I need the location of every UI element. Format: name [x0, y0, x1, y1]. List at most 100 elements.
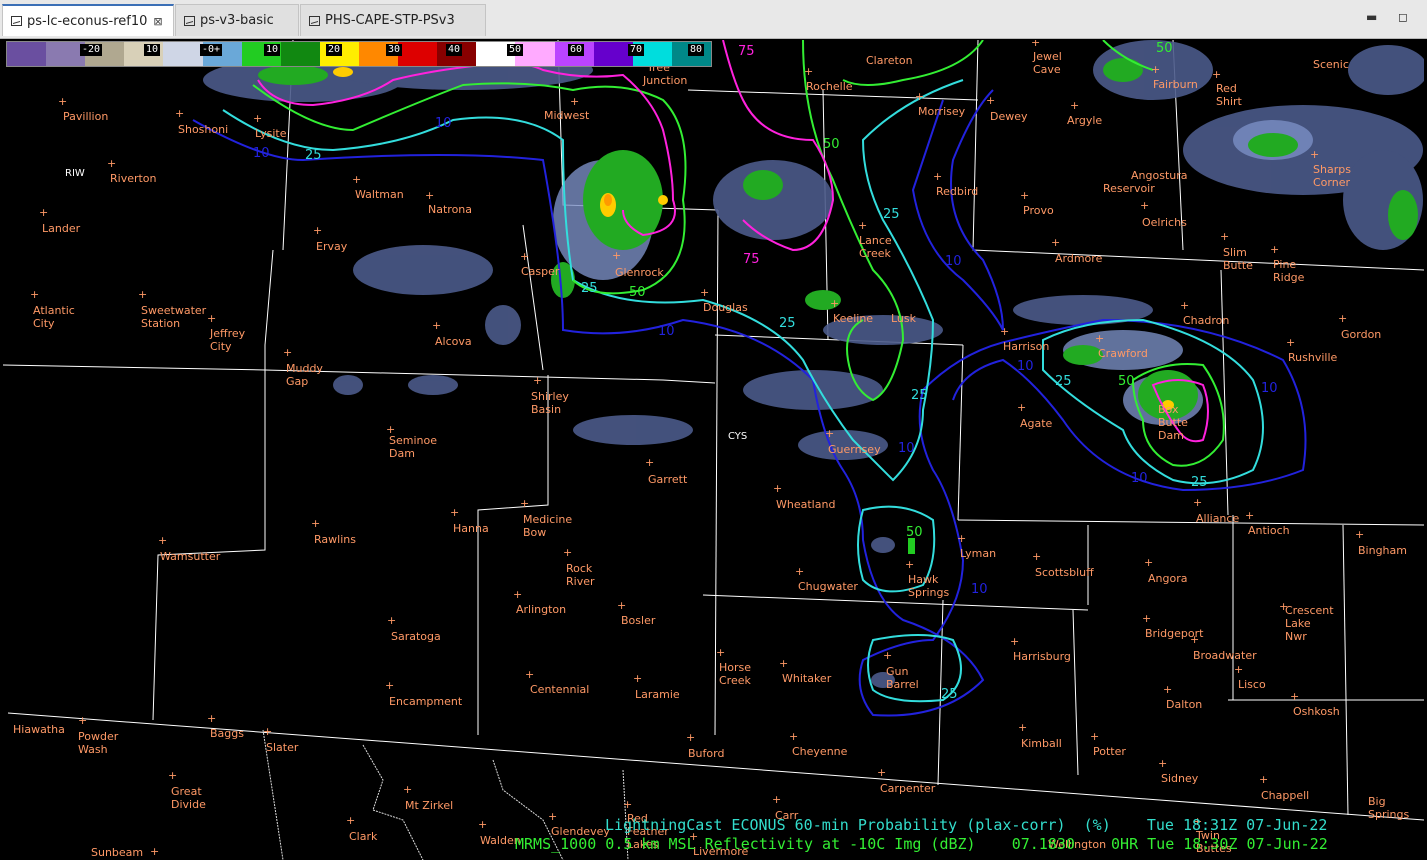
map-panel[interactable]: 75 50 25 10 10 25 75 50 25 10 10 25 50 1…: [3, 40, 1424, 860]
city-label: Alliance: [1196, 512, 1239, 525]
place-marker-icon: +: [432, 319, 441, 332]
city-label: Casper: [521, 265, 560, 278]
city-label: Carpenter: [880, 782, 936, 795]
place-marker-icon: +: [804, 65, 813, 78]
city-label: Sharps: [1313, 163, 1351, 176]
contour-label: 50: [823, 137, 840, 152]
city-label: Cheyenne: [792, 745, 848, 758]
minimize-button[interactable]: ▬: [1366, 10, 1377, 24]
colorbar-tick-label: 40: [446, 44, 463, 56]
city-label: Rock: [566, 562, 593, 575]
contour-label: 75: [743, 252, 760, 267]
city-label: Station: [141, 317, 180, 330]
city-label: Oshkosh: [1293, 705, 1340, 718]
place-marker-icon: +: [138, 288, 147, 301]
city-label: Divide: [171, 798, 206, 811]
city-label: Guernsey: [828, 443, 881, 456]
place-marker-icon: +: [385, 679, 394, 692]
colorbar-tick-label: 10: [144, 44, 161, 56]
city-label: Morrisey: [918, 105, 966, 118]
place-marker-icon: +: [1245, 509, 1254, 522]
city-label: Harrisburg: [1013, 650, 1071, 663]
city-label: Shirt: [1216, 95, 1243, 108]
city-label: Natrona: [428, 203, 472, 216]
place-marker-icon: +: [311, 517, 320, 530]
place-marker-icon: +: [520, 250, 529, 263]
place-marker-icon: +: [830, 297, 839, 310]
colorbar-tick-label: -0+: [200, 44, 223, 56]
city-label: Gun: [886, 665, 908, 678]
contour-label: 75: [738, 44, 755, 59]
city-label: Box: [1158, 403, 1179, 416]
tab-ps-lc-econus-ref10[interactable]: ps-lc-econus-ref10 ⊠: [2, 4, 174, 36]
colorbar-segment: [163, 42, 203, 66]
contour-label: 10: [945, 254, 962, 269]
city-label: Shoshoni: [178, 123, 228, 136]
contour-label: 10: [898, 441, 915, 456]
place-marker-icon: +: [1018, 721, 1027, 734]
map-canvas[interactable]: 75 50 25 10 10 25 75 50 25 10 10 25 50 1…: [3, 40, 1424, 860]
tab-ps-v3-basic[interactable]: ps-v3-basic: [175, 4, 299, 36]
contour-label: 25: [941, 687, 958, 702]
probability-contours: [192, 40, 1307, 717]
city-label: Antioch: [1248, 524, 1290, 537]
place-marker-icon: +: [1290, 690, 1299, 703]
city-label: Sunbeam: [91, 846, 143, 859]
city-label: Provo: [1023, 204, 1054, 217]
city-label: River: [566, 575, 595, 588]
city-label: Rushville: [1288, 351, 1338, 364]
place-marker-icon: +: [403, 783, 412, 796]
city-label: Lance: [859, 234, 892, 247]
contour-label: 25: [1191, 475, 1208, 490]
place-marker-icon: +: [1212, 68, 1221, 81]
place-marker-icon: +: [1338, 312, 1347, 325]
city-label: Rawlins: [314, 533, 356, 546]
place-marker-icon: +: [168, 769, 177, 782]
city-label: Basin: [531, 403, 561, 416]
place-marker-icon: +: [612, 249, 621, 262]
city-label: Angostura: [1131, 169, 1188, 182]
city-label: Creek: [859, 247, 891, 260]
city-label: Gap: [286, 375, 308, 388]
city-label: Jewel: [1032, 50, 1062, 63]
contour-label: 10: [1017, 359, 1034, 374]
maximize-button[interactable]: ◻: [1398, 10, 1408, 24]
place-marker-icon: +: [450, 506, 459, 519]
place-marker-icon: +: [1017, 401, 1026, 414]
place-marker-icon: +: [795, 565, 804, 578]
close-tab-icon[interactable]: ⊠: [153, 15, 162, 28]
city-label: Barrel: [886, 678, 919, 691]
city-label: Great: [171, 785, 202, 798]
city-label: Angora: [1148, 572, 1187, 585]
product-legend-lightningcast: LightningCast ECONUS 60-min Probability …: [605, 816, 1328, 834]
city-label: Lander: [42, 222, 81, 235]
city-label: Chappell: [1261, 789, 1309, 802]
city-label: Encampment: [389, 695, 463, 708]
city-label: Dalton: [1166, 698, 1202, 711]
place-marker-icon: +: [1144, 556, 1153, 569]
place-marker-icon: +: [1234, 663, 1243, 676]
place-marker-icon: +: [1180, 299, 1189, 312]
city-label: Hawk: [908, 573, 939, 586]
place-marker-icon: +: [346, 814, 355, 827]
city-label: Saratoga: [391, 630, 441, 643]
place-marker-icon: +: [1355, 528, 1364, 541]
place-marker-icon: +: [957, 532, 966, 545]
place-marker-icon: +: [207, 712, 216, 725]
contour-label: 50: [629, 285, 646, 300]
place-marker-icon: +: [1193, 496, 1202, 509]
place-marker-icon: +: [107, 157, 116, 170]
city-label: Bosler: [621, 614, 656, 627]
map-editor-icon: [309, 15, 320, 26]
city-label: Laramie: [635, 688, 680, 701]
city-label: Mt Zirkel: [405, 799, 453, 812]
city-label: Ervay: [316, 240, 348, 253]
place-marker-icon: +: [1270, 243, 1279, 256]
place-marker-icon: +: [548, 810, 557, 823]
place-marker-icon: +: [883, 649, 892, 662]
place-marker-icon: +: [716, 646, 725, 659]
tab-phs-cape-stp-psv3[interactable]: PHS-CAPE-STP-PSv3: [300, 4, 486, 36]
place-marker-icon: +: [78, 714, 87, 727]
city-label: Waltman: [355, 188, 404, 201]
city-label: Cave: [1033, 63, 1061, 76]
